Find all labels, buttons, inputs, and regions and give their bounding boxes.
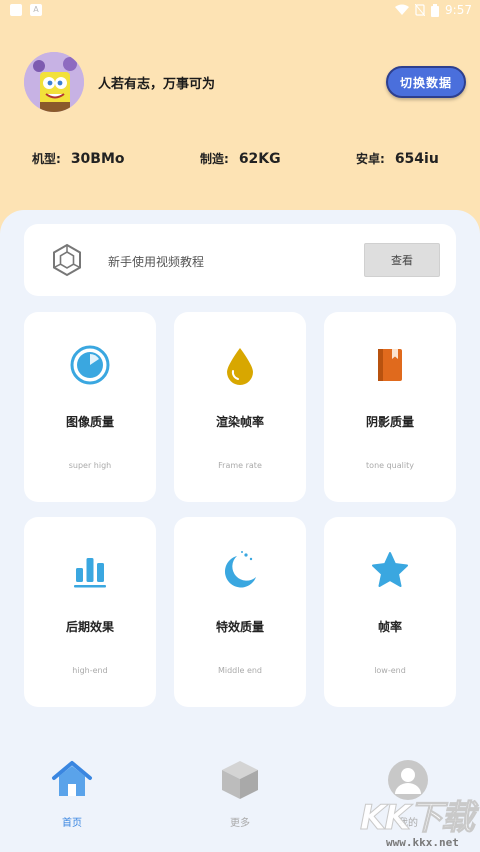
clock: 9:57: [445, 3, 472, 17]
card-title: 特效质量: [215, 620, 264, 634]
card-title: 图像质量: [65, 415, 114, 429]
book-icon: [378, 349, 402, 381]
spec-value: 654iu: [394, 151, 439, 167]
card-subtitle: Middle end: [217, 666, 263, 675]
nav-label: 更多: [230, 818, 250, 829]
card-title: 阴影质量: [365, 415, 414, 429]
view-tutorial-button[interactable]: 查看: [364, 243, 440, 277]
bar-chart-icon: [74, 558, 106, 588]
card-shadow-quality[interactable]: 阴影质量 tone quality: [324, 312, 456, 502]
watermark: KK下载 www.kkx.net: [360, 790, 480, 852]
spec-value: 62KG: [238, 151, 281, 167]
battery-icon: [431, 3, 440, 17]
card-subtitle: super high: [68, 461, 112, 470]
card-frame-rate[interactable]: 渲染帧率 Frame rate: [174, 312, 306, 502]
moon-icon: [224, 551, 256, 588]
spec-value: 30BMo: [70, 151, 125, 167]
app-notification-icon: [10, 4, 22, 16]
card-image-quality[interactable]: 图像质量 super high: [24, 312, 156, 502]
spec-label: 安卓:: [356, 152, 385, 166]
switch-data-button[interactable]: 切换数据: [386, 66, 466, 98]
tutorial-banner: 新手使用视频教程 查看: [24, 224, 456, 296]
tutorial-text: 新手使用视频教程: [108, 255, 205, 269]
card-title: 后期效果: [65, 620, 114, 634]
nav-label: 首页: [62, 818, 82, 829]
card-subtitle: tone quality: [366, 461, 414, 470]
spec-label: 机型:: [32, 152, 61, 166]
avatar[interactable]: [24, 52, 84, 112]
card-title: 渲染帧率: [215, 415, 264, 429]
card-effects-quality[interactable]: 特效质量 Middle end: [174, 517, 306, 707]
nav-home[interactable]: 首页: [22, 758, 122, 829]
watermark-logo: KK下载: [360, 798, 476, 839]
drop-icon: [227, 348, 253, 385]
cube-icon: [222, 761, 258, 799]
spec-label: 制造:: [200, 152, 229, 166]
motto-text: 人若有志，万事可为: [98, 76, 216, 92]
nav-more[interactable]: 更多: [190, 758, 290, 829]
spec-android: 安卓: 654iu: [356, 150, 439, 167]
card-subtitle: Frame rate: [218, 461, 262, 470]
no-sim-icon: [415, 4, 426, 16]
hexagon-logo-icon: [53, 243, 81, 277]
card-subtitle: high-end: [72, 666, 108, 675]
wifi-icon: [395, 4, 410, 15]
card-frame-rate-low[interactable]: 帧率 low-end: [324, 517, 456, 707]
card-post-effects[interactable]: 后期效果 high-end: [24, 517, 156, 707]
watermark-url: www.kkx.net: [386, 836, 459, 849]
profile-header: 人若有志，万事可为: [24, 52, 215, 112]
gauge-icon: [70, 345, 110, 385]
notification-a-icon: A: [30, 4, 42, 16]
home-icon: [52, 761, 92, 796]
status-bar: A 9:57: [0, 0, 480, 22]
card-subtitle: low-end: [374, 666, 406, 675]
spec-model: 机型: 30BMo: [32, 150, 125, 167]
star-icon: [372, 552, 408, 587]
card-title: 帧率: [377, 620, 402, 634]
spec-make: 制造: 62KG: [200, 150, 281, 167]
